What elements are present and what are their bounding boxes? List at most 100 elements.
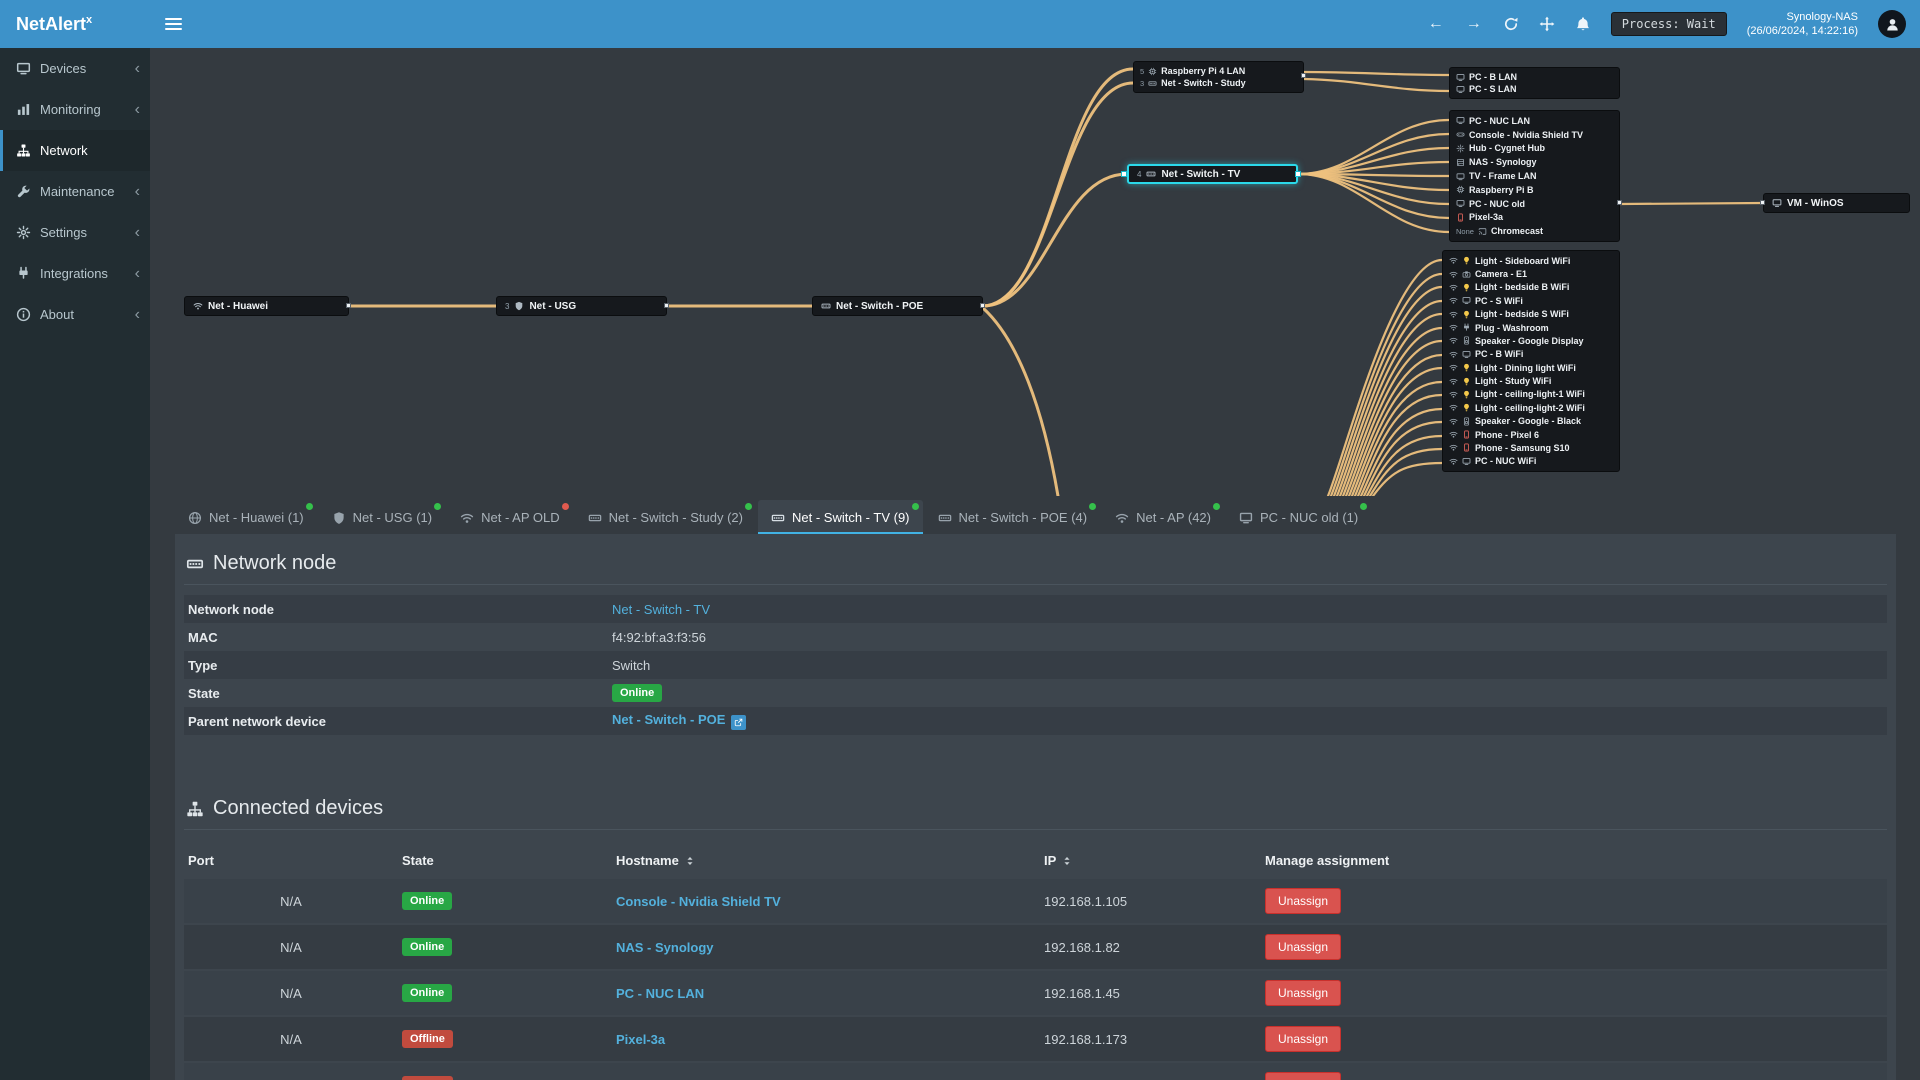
device-row[interactable]: 5 Raspberry Pi 4 LAN — [1140, 65, 1297, 77]
device-row[interactable]: Light - bedside S WiFi — [1449, 308, 1613, 321]
device-row[interactable]: PC - B WiFi — [1449, 348, 1613, 361]
device-label: NAS - Synology — [1469, 157, 1537, 168]
nav-forward-icon[interactable]: → — [1465, 15, 1483, 33]
unassign-button[interactable]: Unassign — [1265, 980, 1342, 1006]
topology-links — [347, 67, 1765, 496]
node-tab[interactable]: PC - NUC old (1) — [1226, 500, 1371, 534]
node-tab[interactable]: Net - Huawei (1) — [175, 500, 317, 534]
device-row[interactable]: Raspberry Pi B — [1456, 183, 1613, 197]
hostname-link[interactable]: Pixel-3a — [616, 1032, 665, 1047]
device-row[interactable]: NAS - Synology — [1456, 155, 1613, 169]
hamburger-menu-icon[interactable] — [150, 0, 196, 48]
network-node-link[interactable]: Net - Switch - TV — [612, 602, 710, 617]
unassign-button[interactable]: Unassign — [1265, 934, 1342, 960]
device-row[interactable]: Light - Dining light WiFi — [1449, 361, 1613, 374]
parent-node-link[interactable]: Net - Switch - POE — [612, 712, 725, 727]
device-row[interactable]: Light - ceiling-light-2 WiFi — [1449, 401, 1613, 414]
device-row[interactable]: PC - B LAN — [1456, 71, 1613, 83]
sort-icon[interactable] — [1061, 855, 1073, 867]
device-label: PC - NUC WiFi — [1475, 456, 1537, 467]
device-row[interactable]: Plug - Washroom — [1449, 321, 1613, 334]
connector-port — [664, 303, 669, 308]
wifi-icon — [1449, 310, 1458, 319]
device-row[interactable]: PC - S LAN — [1456, 83, 1613, 95]
hostname-link[interactable]: PC - NUC LAN — [616, 986, 704, 1001]
notifications-bell-icon[interactable] — [1575, 16, 1591, 32]
device-icon — [1456, 130, 1465, 139]
detail-row: Type Switch — [184, 651, 1887, 679]
node-tab[interactable]: Net - Switch - TV (9) — [758, 500, 923, 534]
device-row[interactable]: Pixel-3a — [1456, 210, 1613, 224]
col-ip[interactable]: IP — [1040, 844, 1261, 879]
node-label: VM - WinOS — [1787, 197, 1844, 209]
user-avatar[interactable] — [1878, 10, 1906, 38]
unassign-button[interactable]: Unassign — [1265, 888, 1342, 914]
node-tab[interactable]: Net - Switch - POE (4) — [925, 500, 1101, 534]
node-tab[interactable]: Net - Switch - Study (2) — [575, 500, 756, 534]
sidebar-item[interactable]: Network — [0, 130, 150, 171]
detail-row: MAC f4:92:bf:a3:f3:56 — [184, 623, 1887, 651]
node-net-switch-tv-selected[interactable]: 4 Net - Switch - TV — [1127, 164, 1298, 184]
wifi-icon — [1449, 390, 1458, 399]
sidebar-item[interactable]: Maintenance ‹ — [0, 171, 150, 212]
node-tab[interactable]: Net - AP OLD — [447, 500, 573, 534]
device-row[interactable]: Light - ceiling-light-1 WiFi — [1449, 388, 1613, 401]
device-row[interactable]: PC - NUC WiFi — [1449, 455, 1613, 468]
device-label: Phone - Samsung S10 — [1475, 442, 1570, 453]
selection-handle[interactable] — [1121, 171, 1127, 177]
device-row[interactable]: Phone - Pixel 6 — [1449, 428, 1613, 441]
device-label: PC - B WiFi — [1475, 349, 1524, 360]
sidebar-item[interactable]: Settings ‹ — [0, 212, 150, 253]
sidebar-item[interactable]: Devices ‹ — [0, 48, 150, 89]
device-label: Camera - E1 — [1475, 269, 1528, 280]
move-icon[interactable] — [1539, 16, 1555, 32]
node-net-usg[interactable]: 3 Net - USG — [496, 296, 667, 316]
device-row[interactable]: PC - NUC old — [1456, 197, 1613, 211]
device-row[interactable]: None Chromecast — [1456, 224, 1613, 238]
device-label: Speaker - Google - Black — [1475, 416, 1582, 427]
external-link-icon[interactable] — [731, 715, 747, 730]
network-topology-canvas[interactable]: Net - Huawei 3 Net - USG Net - Switch - … — [150, 48, 1920, 496]
tab-icon — [460, 511, 474, 525]
sidebar-item-icon — [16, 266, 31, 281]
device-row[interactable]: Speaker - Google Display — [1449, 334, 1613, 347]
user-icon — [1885, 17, 1900, 32]
chevron-left-icon: ‹ — [134, 264, 140, 282]
device-row[interactable]: Console - Nvidia Shield TV — [1456, 128, 1613, 142]
hostname-link[interactable]: Console - Nvidia Shield TV — [616, 894, 781, 909]
device-row[interactable]: Phone - Samsung S10 — [1449, 441, 1613, 454]
col-hostname[interactable]: Hostname — [612, 844, 1040, 879]
wifi-icon — [193, 301, 203, 311]
device-row[interactable]: Speaker - Google - Black — [1449, 415, 1613, 428]
sidebar-item[interactable]: Integrations ‹ — [0, 253, 150, 294]
node-tab[interactable]: Net - AP (42) — [1102, 500, 1224, 534]
node-vm-winos[interactable]: VM - WinOS — [1763, 193, 1910, 213]
status-dot — [1360, 503, 1368, 510]
node-net-switch-poe[interactable]: Net - Switch - POE — [812, 296, 983, 316]
unassign-button[interactable]: Unassign — [1265, 1026, 1342, 1052]
device-row[interactable]: PC - NUC LAN — [1456, 114, 1613, 128]
selection-handle[interactable] — [1295, 171, 1301, 177]
sidebar-item[interactable]: About ‹ — [0, 294, 150, 335]
device-row[interactable]: TV - Frame LAN — [1456, 169, 1613, 183]
sort-icon[interactable] — [684, 855, 696, 867]
nav-back-icon[interactable]: ← — [1427, 15, 1445, 33]
device-row[interactable]: 3 Net - Switch - Study — [1140, 77, 1297, 89]
sidebar-item[interactable]: Monitoring ‹ — [0, 89, 150, 130]
tab-label: Net - Switch - Study (2) — [608, 510, 743, 525]
app-logo[interactable]: NetAlertx — [0, 14, 150, 35]
device-row[interactable]: PC - S WiFi — [1449, 294, 1613, 307]
node-tab[interactable]: Net - USG (1) — [319, 500, 445, 534]
device-row[interactable]: Light - Study WiFi — [1449, 374, 1613, 387]
node-net-huawei[interactable]: Net - Huawei — [184, 296, 349, 316]
unassign-button[interactable]: Unassign — [1265, 1072, 1342, 1080]
device-row[interactable]: Light - Sideboard WiFi — [1449, 254, 1613, 267]
port-label: 3 — [1140, 78, 1145, 88]
device-row[interactable]: Light - bedside B WiFi — [1449, 281, 1613, 294]
hostname-link[interactable]: NAS - Synology — [616, 940, 714, 955]
device-row[interactable]: Camera - E1 — [1449, 267, 1613, 280]
port-cell: N/A — [280, 985, 302, 1001]
device-row[interactable]: Hub - Cygnet Hub — [1456, 142, 1613, 156]
refresh-icon[interactable] — [1503, 16, 1519, 32]
connector-port — [980, 303, 985, 308]
